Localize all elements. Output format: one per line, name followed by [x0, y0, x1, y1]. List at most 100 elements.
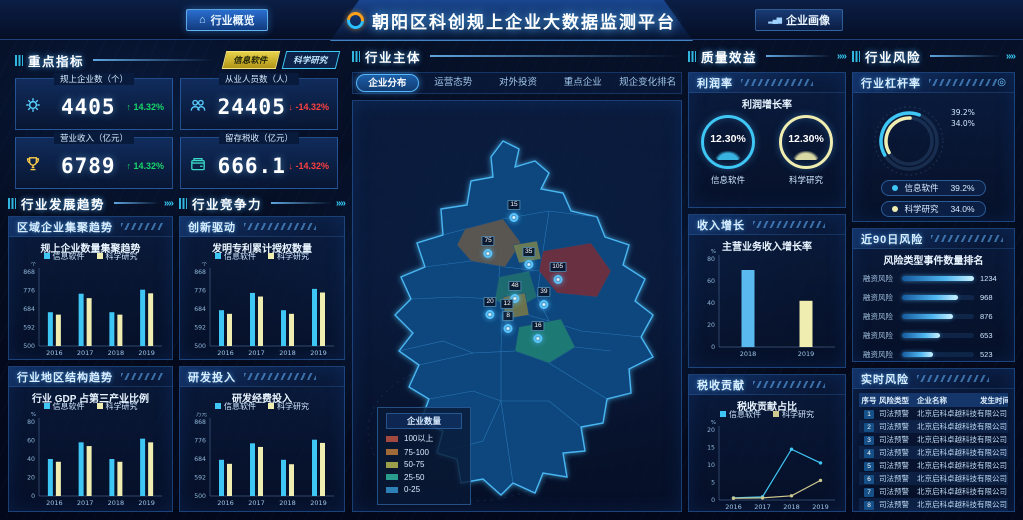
map-tabs: 企业分布运营态势对外投资重点企业规企变化排名	[352, 72, 682, 94]
svg-text:%: %	[711, 420, 716, 426]
kpi-card-0[interactable]: 规上企业数（个） 4405 ↑ 14.32%	[15, 78, 173, 130]
row-seq-badge: 6	[864, 475, 874, 484]
legend-item: 信息软件	[44, 251, 85, 262]
table-row[interactable]: 1 司法预警 北京启科卓越科技有限公司 03-16	[859, 407, 1008, 420]
svg-text:2017: 2017	[248, 349, 265, 357]
svg-text:2017: 2017	[77, 349, 94, 357]
company-name: 北京启科卓越科技有限公司	[917, 460, 1007, 471]
panel-title: 利润率	[697, 75, 733, 91]
tab-4[interactable]: 规企变化排名	[617, 74, 678, 92]
risk-bar-row-4[interactable]: 融资风险 523	[863, 345, 1004, 364]
occur-time: 03-16	[1007, 487, 1008, 496]
marker-count: 39	[537, 287, 550, 297]
map-marker-16[interactable]: 16	[531, 314, 544, 343]
map-marker-39[interactable]: 39	[537, 280, 550, 309]
kpi-card-1[interactable]: 从业人员数（人） 24405 ↓ -14.32%	[180, 78, 338, 130]
company-name: 北京启科卓越科技有限公司	[917, 499, 1007, 510]
gauge-ring: 12.30%	[779, 115, 833, 169]
income-growth-bar-chart: %02040608020182019	[693, 249, 841, 364]
panel-tax: 税收贡献 税收贡献占比 信息软件科学研究%0510152020162017201…	[688, 374, 846, 512]
tab-1[interactable]: 运营态势	[423, 74, 484, 92]
svg-text:2016: 2016	[725, 503, 742, 511]
map-marker-75[interactable]: 75	[482, 229, 495, 258]
kpi-card-3[interactable]: 留存税收（亿元） 666.1 ↓ -14.32%	[180, 137, 338, 189]
divider	[93, 59, 213, 61]
marker-dot-icon	[510, 213, 519, 222]
title-area: 朝阳区科创规上企业大数据监测平台	[0, 0, 1023, 40]
svg-text:个: 个	[30, 262, 36, 268]
svg-text:2019: 2019	[138, 499, 155, 507]
table-row[interactable]: 4 司法预警 北京启科卓越科技有限公司 03-16	[859, 446, 1008, 459]
dashboard: ⌂ 行业概览 朝阳区科创规上企业大数据监测平台 ▂▄▆ 企业画像 重点指标 信息…	[0, 0, 1023, 520]
marker-dot-icon	[533, 334, 542, 343]
risk-bar-track	[902, 352, 974, 357]
table-row[interactable]: 6 司法预警 北京启科卓越科技有限公司 03-16	[859, 472, 1008, 485]
expand-icon[interactable]: »»	[1006, 51, 1015, 62]
table-row[interactable]: 3 司法预警 北京启科卓越科技有限公司 03-16	[859, 433, 1008, 446]
row-seq-badge: 4	[864, 449, 874, 458]
svg-text:2019: 2019	[310, 349, 327, 357]
gauge-value: 12.30%	[704, 133, 752, 145]
svg-text:80: 80	[707, 256, 715, 263]
map-marker-8[interactable]: 8	[503, 304, 514, 333]
map-marker-15[interactable]: 15	[507, 193, 520, 222]
svg-text:776: 776	[194, 438, 206, 445]
table-row[interactable]: 2 司法预警 北京启科卓越科技有限公司 03-16	[859, 420, 1008, 433]
svg-text:2017: 2017	[77, 499, 94, 507]
svg-text:40: 40	[27, 456, 35, 463]
nav-enterprise-portrait[interactable]: ▂▄▆ 企业画像	[755, 9, 843, 31]
svg-text:20: 20	[27, 475, 35, 482]
wallet-icon	[189, 155, 209, 178]
risk-bar-row-2[interactable]: 融资风险 876	[863, 307, 1004, 326]
expand-icon[interactable]: »»	[336, 198, 345, 209]
risk-bar-row-3[interactable]: 融资风险 653	[863, 326, 1004, 345]
info-icon[interactable]: ◎	[997, 77, 1006, 88]
risk-bar-row-0[interactable]: 融资风险 1234	[863, 269, 1004, 288]
tag-info-software[interactable]: 信息软件	[222, 51, 281, 69]
kpi-card-2[interactable]: 营业收入（亿元） 6789 ↑ 14.32%	[15, 137, 173, 189]
tab-3[interactable]: 重点企业	[552, 74, 613, 92]
svg-text:776: 776	[23, 288, 35, 295]
marker-dot-icon	[484, 249, 493, 258]
map-legend-item: 100以上	[386, 433, 462, 444]
marker-count: 75	[482, 236, 495, 246]
table-row[interactable]: 5 司法预警 北京启科卓越科技有限公司 03-16	[859, 459, 1008, 472]
table-row[interactable]: 8 司法预警 北京启科卓越科技有限公司 03-16	[859, 498, 1008, 511]
map-marker-20[interactable]: 20	[483, 290, 496, 319]
risk-bar-label: 融资风险	[863, 311, 896, 322]
panel-realtime-risk: 实时风险 序号风险类型企业名称发生时间1 司法预警 北京启科卓越科技有限公司 0…	[852, 368, 1015, 512]
expand-icon[interactable]: »»	[837, 51, 846, 62]
svg-text:776: 776	[194, 288, 206, 295]
risk-type: 司法预警	[879, 460, 917, 471]
kpi-value: 24405	[215, 95, 288, 119]
profit-gauge-1: 12.30% 科学研究	[779, 115, 833, 186]
panel-title: 行业杠杆率	[861, 75, 921, 91]
risk-type: 司法预警	[879, 499, 917, 510]
map-marker-35[interactable]: 35	[522, 240, 535, 269]
map-marker-105[interactable]: 105	[549, 255, 566, 284]
tab-2[interactable]: 对外投资	[488, 74, 549, 92]
risk-bar-label: 融资风险	[863, 273, 896, 284]
page-title: 朝阳区科创规上企业大数据监测平台	[372, 8, 676, 33]
leverage-legend-item-0: 信息软件39.2%	[881, 180, 985, 196]
svg-text:2018: 2018	[783, 503, 800, 511]
chart-title: 研发经费投入	[180, 387, 344, 401]
expand-icon[interactable]: »»	[164, 198, 173, 209]
kpi-value: 666.1	[215, 154, 288, 178]
risk-bar-label: 融资风险	[863, 349, 896, 360]
risk-bar-row-1[interactable]: 融资风险 968	[863, 288, 1004, 307]
table-row[interactable]: 7 司法预警 北京启科卓越科技有限公司 03-16	[859, 485, 1008, 498]
tag-sci-research[interactable]: 科学研究	[282, 51, 341, 69]
occur-time: 03-16	[1007, 422, 1008, 431]
occur-time: 03-16	[1007, 461, 1008, 470]
table-header-cell: 风险类型	[879, 395, 917, 406]
gauge-label: 信息软件	[701, 174, 755, 186]
svg-text:0: 0	[711, 344, 715, 351]
tab-0[interactable]: 企业分布	[356, 74, 419, 92]
kpi-value: 6789	[50, 154, 126, 178]
panel-title: 创新驱动	[188, 219, 236, 235]
realtime-risk-table: 序号风险类型企业名称发生时间1 司法预警 北京启科卓越科技有限公司 03-162…	[853, 389, 1014, 511]
legend-item: 科学研究	[97, 251, 138, 262]
svg-text:60: 60	[707, 278, 715, 285]
panel-region-structure: 行业地区结构趋势 行业 GDP 占第三产业比例 信息软件科学研究%0204060…	[8, 366, 173, 512]
